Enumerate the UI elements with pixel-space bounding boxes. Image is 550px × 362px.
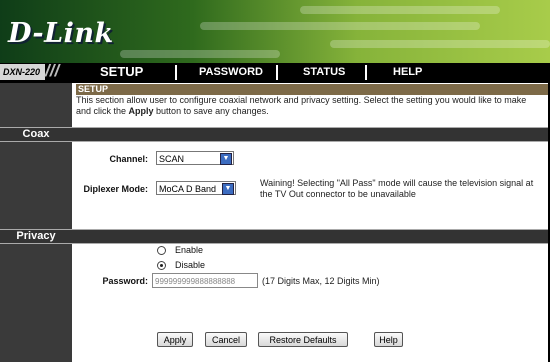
nav-divider — [365, 65, 367, 80]
section-label-privacy: Privacy — [0, 229, 72, 244]
tab-status[interactable]: STATUS — [303, 66, 345, 78]
diplexer-warning: Waining! Selecting "All Pass" mode will … — [260, 178, 534, 199]
help-button[interactable]: Help — [374, 332, 403, 347]
coax-divider — [72, 127, 548, 142]
section-label-coax: Coax — [0, 127, 72, 142]
channel-label: Channel: — [109, 154, 148, 164]
apply-button[interactable]: Apply — [157, 332, 193, 347]
chevron-down-icon: ▼ — [222, 183, 234, 195]
nav-slashes: /// — [45, 61, 60, 80]
disable-label: Disable — [175, 260, 206, 270]
nav-divider — [276, 65, 278, 80]
password-hint: (17 Digits Max, 12 Digits Min) — [262, 276, 380, 286]
nav-bar: DXN-220 /// SETUP PASSWORD STATUS HELP — [0, 61, 550, 83]
tab-setup[interactable]: SETUP — [100, 64, 143, 79]
chevron-down-icon: ▼ — [220, 153, 232, 165]
left-sidebar: Coax Privacy — [0, 83, 72, 362]
model-label: DXN-220 — [0, 64, 45, 80]
cancel-button[interactable]: Cancel — [205, 332, 247, 347]
channel-value: SCAN — [159, 154, 185, 164]
diplexer-value: MoCA D Band — [159, 184, 217, 194]
dlink-logo: D-Link — [8, 18, 114, 49]
main-panel: SETUP This section allow user to configu… — [72, 83, 550, 362]
setup-description: This section allow user to configure coa… — [76, 95, 527, 116]
enable-label: Enable — [175, 245, 204, 255]
diplexer-label: Diplexer Mode: — [83, 184, 148, 194]
enable-radio[interactable] — [157, 246, 166, 255]
disable-radio[interactable] — [157, 261, 166, 270]
restore-defaults-button[interactable]: Restore Defaults — [258, 332, 348, 347]
password-label: Password: — [102, 276, 148, 286]
setup-heading: SETUP — [76, 84, 550, 95]
password-input[interactable]: 999999999888888888 — [152, 273, 258, 288]
nav-divider — [175, 65, 177, 80]
diplexer-select[interactable]: MoCA D Band ▼ — [156, 181, 236, 195]
header-banner: D-Link — [0, 0, 550, 63]
channel-select[interactable]: SCAN ▼ — [156, 151, 234, 165]
privacy-divider — [72, 229, 548, 244]
tab-password[interactable]: PASSWORD — [199, 66, 263, 78]
tab-help[interactable]: HELP — [393, 66, 422, 78]
